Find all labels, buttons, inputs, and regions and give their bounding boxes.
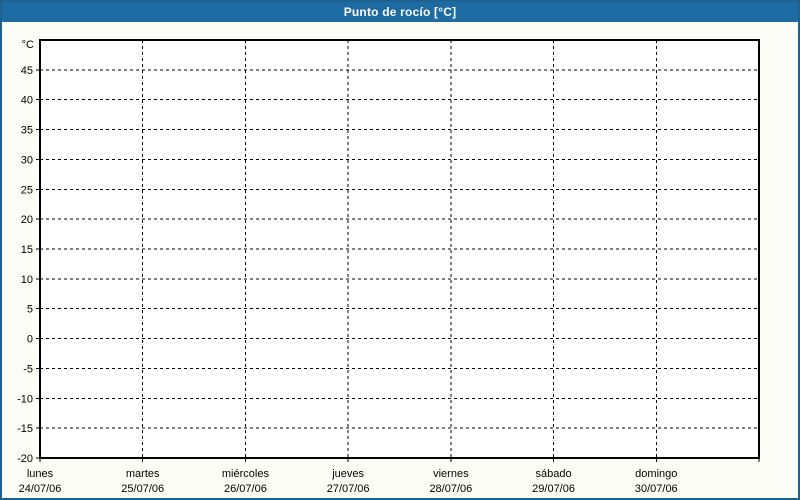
x-day-label: miércoles bbox=[222, 468, 270, 480]
dewpoint-chart: 45 40 35 30 25 20 15 10 5 0 -5 -10 -15 -20 °C lunes 24/0… bbox=[17, 39, 760, 495]
y-tick-label: -20 bbox=[17, 453, 33, 465]
y-tick-label: 45 bbox=[21, 65, 33, 77]
x-day-label: martes bbox=[126, 468, 160, 480]
x-date-label: 29/07/06 bbox=[532, 483, 575, 495]
y-tick-label: -5 bbox=[23, 363, 33, 375]
y-tick-label: 20 bbox=[21, 214, 33, 226]
x-day-label: sábado bbox=[536, 468, 572, 480]
x-day-label: jueves bbox=[331, 468, 364, 480]
x-date-label: 24/07/06 bbox=[19, 483, 62, 495]
x-date-label: 25/07/06 bbox=[121, 483, 164, 495]
x-date-label: 26/07/06 bbox=[224, 483, 267, 495]
x-date-label: 27/07/06 bbox=[327, 483, 370, 495]
y-tick-label: 35 bbox=[21, 125, 33, 137]
y-tick-label: 5 bbox=[27, 304, 33, 316]
x-day-label: lunes bbox=[27, 468, 54, 480]
y-tick-label: 30 bbox=[21, 154, 33, 166]
y-tick-label: 0 bbox=[27, 334, 33, 346]
chart-window: Punto de rocío [°C] 45 40 35 30 25 20 15 10 5 0 -5… bbox=[0, 0, 800, 500]
plot-area bbox=[40, 40, 759, 458]
x-date-label: 28/07/06 bbox=[429, 483, 472, 495]
x-day-label: viernes bbox=[433, 468, 469, 480]
y-tick-label: -10 bbox=[17, 393, 33, 405]
y-tick-label: -15 bbox=[17, 423, 33, 435]
x-day-label: domingo bbox=[635, 468, 677, 480]
y-axis-unit-label: °C bbox=[22, 39, 34, 51]
x-date-label: 30/07/06 bbox=[635, 483, 678, 495]
y-tick-label: 40 bbox=[21, 95, 33, 107]
y-tick-label: 15 bbox=[21, 244, 33, 256]
y-tick-label: 10 bbox=[21, 274, 33, 286]
y-tick-label: 25 bbox=[21, 184, 33, 196]
